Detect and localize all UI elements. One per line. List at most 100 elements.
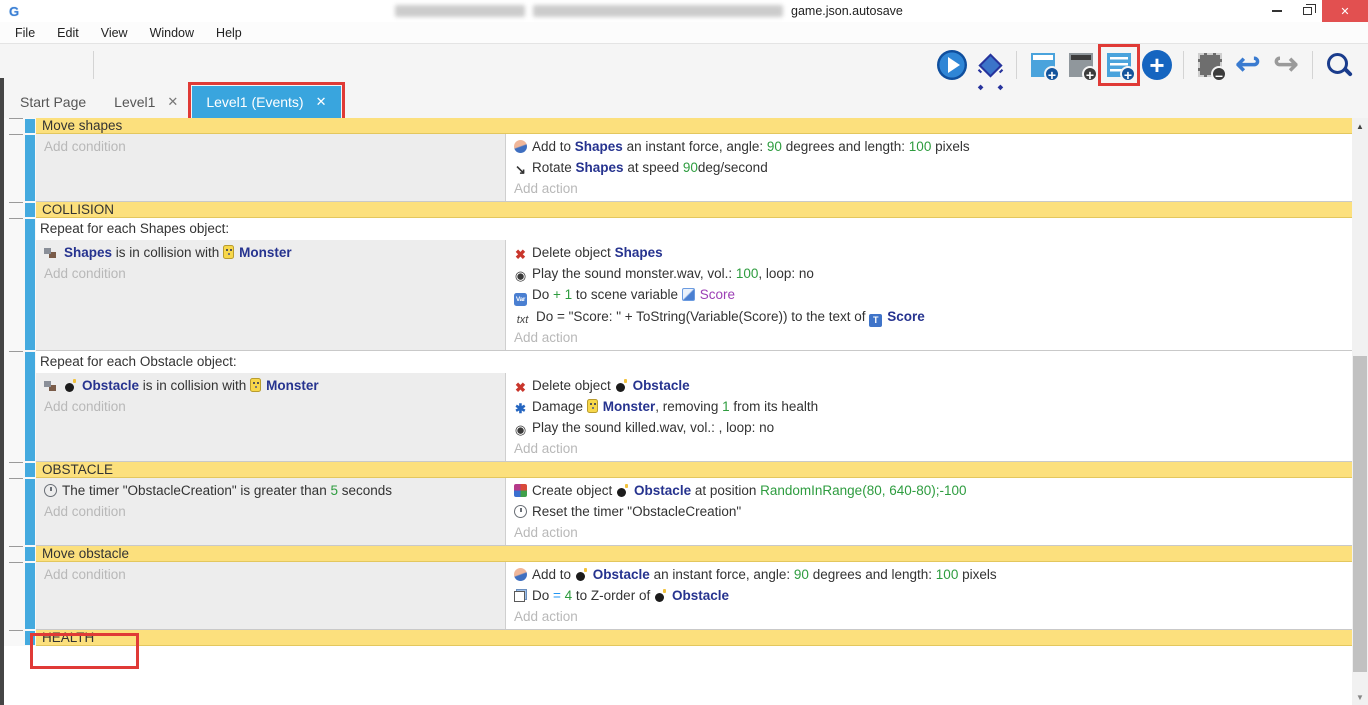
actions-cell[interactable]: Add to Shapes an instant force, angle: 9… bbox=[506, 134, 1352, 201]
add-condition[interactable]: Add condition bbox=[36, 136, 505, 157]
collision-icon bbox=[44, 246, 59, 259]
scrollbar-thumb[interactable] bbox=[1353, 356, 1367, 672]
action-line[interactable]: Play the sound monster.wav, vol.: 100, l… bbox=[506, 263, 1352, 284]
condition-line[interactable]: Obstacle is in collision with Monster bbox=[36, 375, 505, 396]
event-drag-handle[interactable] bbox=[0, 546, 36, 562]
comment-content[interactable]: HEALTH bbox=[36, 630, 1352, 646]
action-line[interactable]: Rotate Shapes at speed 90deg/second bbox=[506, 157, 1352, 178]
text-segment: + 1 bbox=[553, 287, 572, 302]
for-each-header[interactable]: Repeat for each Obstacle object: bbox=[36, 351, 1352, 373]
tab-close-icon[interactable]: ✕ bbox=[316, 94, 327, 110]
add-condition[interactable]: Add condition bbox=[36, 263, 505, 284]
actions-cell[interactable]: Delete object ObstacleDamage Monster, re… bbox=[506, 373, 1352, 461]
tab-close-icon[interactable]: ✕ bbox=[167, 94, 178, 110]
tab-level1[interactable]: Level1✕ bbox=[100, 86, 192, 118]
event-drag-handle[interactable] bbox=[0, 218, 36, 351]
redo-button[interactable]: ↪ bbox=[1269, 48, 1303, 82]
add-action[interactable]: Add action bbox=[506, 438, 1352, 459]
event-content[interactable]: Repeat for each Shapes object:Shapes is … bbox=[36, 218, 1352, 351]
scene-editor-button[interactable] bbox=[50, 48, 84, 82]
conditions-cell[interactable]: Shapes is in collision with MonsterAdd c… bbox=[36, 240, 506, 350]
play-button[interactable] bbox=[935, 48, 969, 82]
add-condition[interactable]: Add condition bbox=[36, 501, 505, 522]
action-line[interactable]: Add to Obstacle an instant force, angle:… bbox=[506, 564, 1352, 585]
event-drag-handle[interactable] bbox=[0, 134, 36, 202]
action-line[interactable]: Do = "Score: " + ToString(Variable(Score… bbox=[506, 306, 1352, 327]
text-segment: Add action bbox=[514, 609, 578, 624]
create-icon bbox=[514, 484, 527, 497]
tab-start-page[interactable]: Start Page bbox=[6, 86, 100, 118]
conditions-cell[interactable]: Add condition bbox=[36, 562, 506, 629]
action-line[interactable]: Delete object Obstacle bbox=[506, 375, 1352, 396]
for-each-header[interactable]: Repeat for each Shapes object: bbox=[36, 218, 1352, 240]
comment-content[interactable]: OBSTACLE bbox=[36, 462, 1352, 478]
action-line[interactable]: Play the sound killed.wav, vol.: , loop:… bbox=[506, 417, 1352, 438]
action-line[interactable]: Add to Shapes an instant force, angle: 9… bbox=[506, 136, 1352, 157]
event-drag-handle[interactable] bbox=[0, 202, 36, 218]
project-manager-button[interactable] bbox=[12, 48, 46, 82]
add-subevent-button[interactable]: + bbox=[1064, 48, 1098, 82]
text-segment: Play the sound killed.wav, vol.: , loop:… bbox=[532, 420, 774, 435]
action-line[interactable]: Create object Obstacle at position Rando… bbox=[506, 480, 1352, 501]
action-line[interactable]: Reset the timer "ObstacleCreation" bbox=[506, 501, 1352, 522]
comment-text: Move shapes bbox=[42, 118, 122, 133]
actions-cell[interactable]: Delete object ShapesPlay the sound monst… bbox=[506, 240, 1352, 350]
menu-item-help[interactable]: Help bbox=[205, 22, 253, 44]
event-content[interactable]: The timer "ObstacleCreation" is greater … bbox=[36, 478, 1352, 546]
menu-item-view[interactable]: View bbox=[90, 22, 139, 44]
restore-button[interactable] bbox=[1292, 0, 1322, 22]
text-segment: pixels bbox=[931, 139, 969, 154]
menu-item-window[interactable]: Window bbox=[139, 22, 205, 44]
event-content[interactable]: Add conditionAdd to Shapes an instant fo… bbox=[36, 134, 1352, 202]
action-line[interactable]: Do + 1 to scene variable Score bbox=[506, 284, 1352, 306]
undo-button[interactable]: ↩ bbox=[1231, 48, 1265, 82]
add-comment-icon: + bbox=[1107, 53, 1131, 77]
scroll-up-arrow[interactable]: ▲ bbox=[1352, 118, 1368, 134]
txt-icon bbox=[514, 314, 531, 327]
add-condition[interactable]: Add condition bbox=[36, 396, 505, 417]
event-drag-handle[interactable] bbox=[0, 462, 36, 478]
action-line[interactable]: Delete object Shapes bbox=[506, 242, 1352, 263]
add-action[interactable]: Add action bbox=[506, 327, 1352, 348]
scroll-down-arrow[interactable]: ▼ bbox=[1352, 689, 1368, 705]
conditions-cell[interactable]: The timer "ObstacleCreation" is greater … bbox=[36, 478, 506, 545]
event-drag-handle[interactable] bbox=[0, 562, 36, 630]
event-drag-handle[interactable] bbox=[0, 478, 36, 546]
event-content[interactable]: Add conditionAdd to Obstacle an instant … bbox=[36, 562, 1352, 630]
minimize-button[interactable] bbox=[1262, 0, 1292, 22]
condition-line[interactable]: The timer "ObstacleCreation" is greater … bbox=[36, 480, 505, 501]
actions-cell[interactable]: Create object Obstacle at position Rando… bbox=[506, 478, 1352, 545]
redo-icon: ↪ bbox=[1273, 50, 1298, 80]
action-line[interactable]: Damage Monster, removing 1 from its heal… bbox=[506, 396, 1352, 417]
condition-line[interactable]: Shapes is in collision with Monster bbox=[36, 242, 505, 263]
search-button[interactable] bbox=[1322, 48, 1356, 82]
close-button[interactable]: ✕ bbox=[1322, 0, 1368, 22]
menu-item-edit[interactable]: Edit bbox=[46, 22, 90, 44]
menu-item-file[interactable]: File bbox=[4, 22, 46, 44]
text-segment: 90 bbox=[683, 160, 698, 175]
add-event-button[interactable]: + bbox=[1026, 48, 1060, 82]
comment-content[interactable]: Move obstacle bbox=[36, 546, 1352, 562]
add-circle-button[interactable]: + bbox=[1140, 48, 1174, 82]
conditions-cell[interactable]: Obstacle is in collision with MonsterAdd… bbox=[36, 373, 506, 461]
vertical-scrollbar[interactable]: ▲ ▼ bbox=[1352, 118, 1368, 705]
redacted-title-text bbox=[533, 5, 783, 17]
event-drag-handle[interactable] bbox=[0, 118, 36, 134]
add-comment-button[interactable]: + bbox=[1102, 48, 1136, 82]
actions-cell[interactable]: Add to Obstacle an instant force, angle:… bbox=[506, 562, 1352, 629]
delete-event-button[interactable]: – bbox=[1193, 48, 1227, 82]
comment-content[interactable]: COLLISION bbox=[36, 202, 1352, 218]
add-condition[interactable]: Add condition bbox=[36, 564, 505, 585]
comment-content[interactable]: Move shapes bbox=[36, 118, 1352, 134]
add-action[interactable]: Add action bbox=[506, 522, 1352, 543]
event-content[interactable]: Repeat for each Obstacle object:Obstacle… bbox=[36, 351, 1352, 462]
action-line[interactable]: Do = 4 to Z-order of Obstacle bbox=[506, 585, 1352, 606]
tab-level1-events-[interactable]: Level1 (Events)✕ bbox=[192, 86, 340, 118]
add-action[interactable]: Add action bbox=[506, 606, 1352, 627]
event-drag-handle[interactable] bbox=[0, 351, 36, 462]
add-action[interactable]: Add action bbox=[506, 178, 1352, 199]
badge: + bbox=[1044, 66, 1060, 82]
debug-button[interactable] bbox=[973, 48, 1007, 82]
conditions-cell[interactable]: Add condition bbox=[36, 134, 506, 201]
text-segment: 90 bbox=[767, 139, 782, 154]
